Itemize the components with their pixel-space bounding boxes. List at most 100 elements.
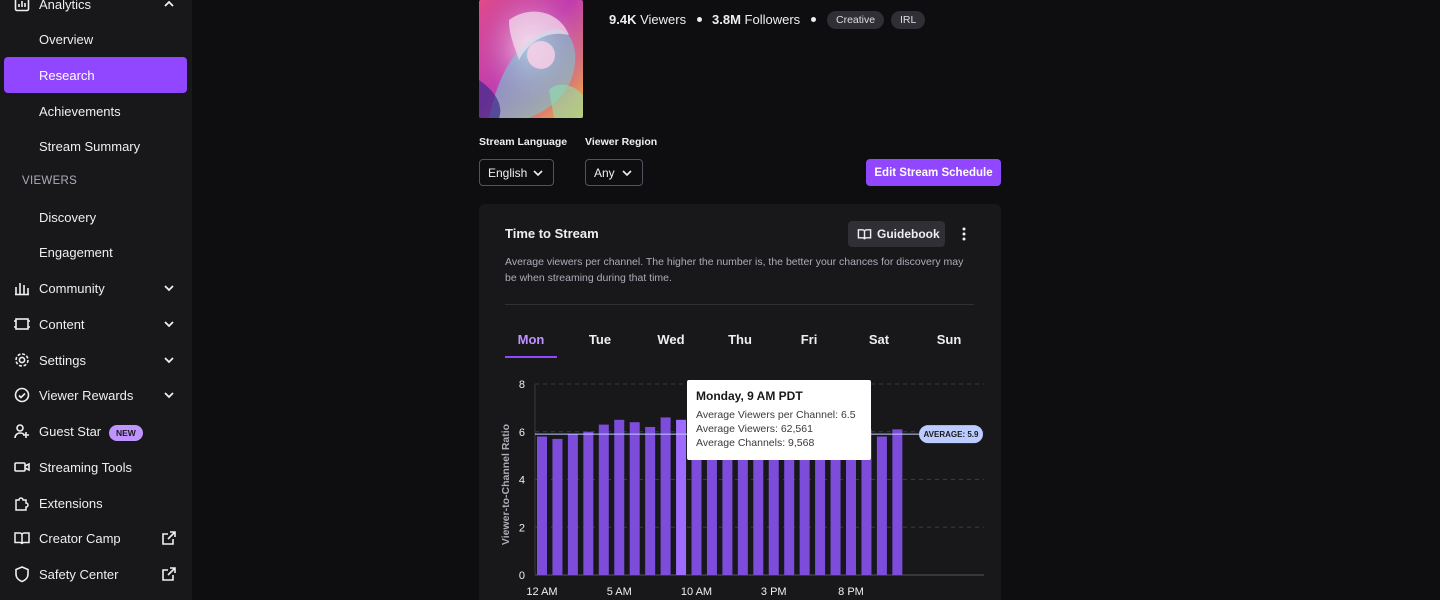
sidebar-item-safety-center[interactable]: Safety Center (0, 556, 192, 592)
sidebar-item-extensions[interactable]: Extensions (0, 485, 192, 521)
guidebook-button[interactable]: Guidebook (848, 221, 945, 247)
card-title: Time to Stream (505, 226, 599, 241)
sidebar-item-label: Achievements (39, 103, 121, 119)
stream-language-select[interactable]: English (479, 159, 554, 186)
sidebar-item-analytics[interactable]: Analytics (0, 0, 192, 22)
sidebar-item-discovery[interactable]: Discovery (0, 199, 192, 235)
tooltip-line: Average Channels: 9,568 (696, 437, 815, 449)
sidebar-item-achievements[interactable]: Achievements (0, 93, 192, 129)
sidebar-item-label: Extensions (39, 495, 103, 511)
camera-icon (14, 462, 30, 472)
guest-star-icon (14, 424, 29, 439)
divider (505, 304, 974, 305)
stream-language-label: Stream Language (479, 136, 568, 148)
viewer-region-select[interactable]: Any (585, 159, 643, 186)
chart-bar[interactable] (629, 422, 640, 575)
tooltip-line: Average Viewers per Channel: 6.5 (696, 409, 856, 421)
sidebar-item-label: Research (39, 67, 95, 83)
sidebar-item-community[interactable]: Community (0, 270, 192, 306)
active-tab-indicator (505, 356, 557, 358)
y-tick-label: 6 (519, 427, 525, 439)
content-icon (14, 318, 30, 330)
card-description: Average viewers per channel. The higher … (505, 256, 964, 284)
tab-fri[interactable]: Fri (791, 332, 827, 347)
tooltip-title: Monday, 9 AM PDT (696, 389, 803, 403)
x-tick-label: 5 AM (607, 586, 632, 598)
chevron-down-icon (533, 170, 543, 177)
chart-bar[interactable] (876, 436, 887, 575)
sidebar-item-label: Analytics (39, 0, 92, 12)
puzzle-icon (15, 497, 29, 511)
chevron-down-icon (622, 170, 632, 177)
tooltip-line: Average Viewers: 62,561 (696, 423, 813, 435)
tab-tue[interactable]: Tue (579, 332, 621, 347)
chart-bar[interactable] (660, 417, 671, 575)
sidebar-item-settings[interactable]: Settings (0, 342, 192, 378)
sidebar-item-creator-camp[interactable]: Creator Camp (0, 520, 192, 556)
book-icon (857, 229, 872, 240)
followers-label: Followers (744, 12, 801, 27)
chart-bar[interactable] (598, 424, 609, 575)
tab-mon[interactable]: Mon (505, 332, 557, 347)
tab-wed[interactable]: Wed (649, 332, 693, 347)
sidebar-item-viewer-rewards[interactable]: Viewer Rewards (0, 377, 192, 413)
chart-bar[interactable] (567, 434, 578, 575)
chart-bar[interactable] (552, 438, 563, 575)
chevron-down-icon[interactable] (161, 387, 177, 403)
chart-bar[interactable] (676, 419, 687, 575)
sidebar-item-label: Stream Summary (39, 138, 141, 154)
sidebar-item-content[interactable]: Content (0, 306, 192, 342)
stream-language-value: English (488, 165, 528, 180)
tab-sat[interactable]: Sat (859, 332, 899, 347)
chart-tooltip: Monday, 9 AM PDT Average Viewers per Cha… (687, 380, 871, 460)
edit-stream-schedule-button[interactable]: Edit Stream Schedule (866, 159, 1001, 186)
chart-bar[interactable] (614, 419, 625, 575)
sidebar-item-research[interactable]: Research (4, 57, 187, 93)
box-art-image (479, 0, 583, 118)
y-tick-label: 2 (519, 522, 525, 534)
chevron-down-icon[interactable] (161, 280, 177, 296)
sidebar-item-overview[interactable]: Overview (0, 21, 192, 57)
x-tick-label: 10 AM (681, 586, 712, 598)
guidebook-label: Guidebook (877, 227, 940, 241)
chevron-up-icon[interactable] (161, 0, 177, 12)
chart-bar[interactable] (892, 429, 903, 575)
tab-thu[interactable]: Thu (719, 332, 761, 347)
viewers-stat: 9.4K Viewers (609, 12, 686, 27)
external-link-icon[interactable] (161, 530, 177, 546)
average-label: AVERAGE: 5.9 (924, 430, 980, 439)
y-tick-label: 8 (519, 379, 525, 391)
chart-bar[interactable] (645, 426, 656, 575)
book-icon (14, 532, 30, 545)
sidebar-item-label: Guest Star (39, 423, 102, 439)
tab-sun[interactable]: Sun (929, 332, 969, 347)
average-badge: AVERAGE: 5.9 (919, 425, 983, 444)
followers-count: 3.8M (712, 12, 741, 27)
shield-icon (15, 566, 29, 583)
viewers-count: 9.4K (609, 12, 637, 27)
external-link-icon[interactable] (161, 566, 177, 582)
category-box-art[interactable] (479, 0, 583, 118)
y-tick-label: 4 (519, 475, 525, 487)
sidebar-item-engagement[interactable]: Engagement (0, 234, 192, 270)
chevron-down-icon[interactable] (161, 316, 177, 332)
sidebar-item-guest-star[interactable]: Guest Star NEW (0, 413, 192, 449)
tag-irl[interactable]: IRL (891, 11, 926, 29)
y-axis-label: Viewer-to-Channel Ratio (500, 424, 512, 545)
sidebar-item-streaming-tools[interactable]: Streaming Tools (0, 449, 192, 485)
rewards-icon (14, 387, 30, 403)
sidebar-item-label: Discovery (39, 209, 97, 225)
chart-bar[interactable] (583, 431, 594, 575)
sidebar-item-stream-summary[interactable]: Stream Summary (0, 128, 192, 164)
sidebar-item-label: Engagement (39, 244, 113, 260)
viewer-region-value: Any (594, 165, 615, 180)
viewers-label: Viewers (640, 12, 687, 27)
chart-bar[interactable] (537, 436, 547, 575)
tag-creative[interactable]: Creative (827, 11, 885, 29)
separator-dot (697, 17, 702, 22)
sidebar-item-label: Community (39, 280, 105, 296)
chevron-down-icon[interactable] (161, 352, 177, 368)
sidebar-item-label: Streaming Tools (39, 459, 132, 475)
more-options-icon[interactable] (957, 225, 971, 243)
x-tick-label: 3 PM (761, 586, 787, 598)
